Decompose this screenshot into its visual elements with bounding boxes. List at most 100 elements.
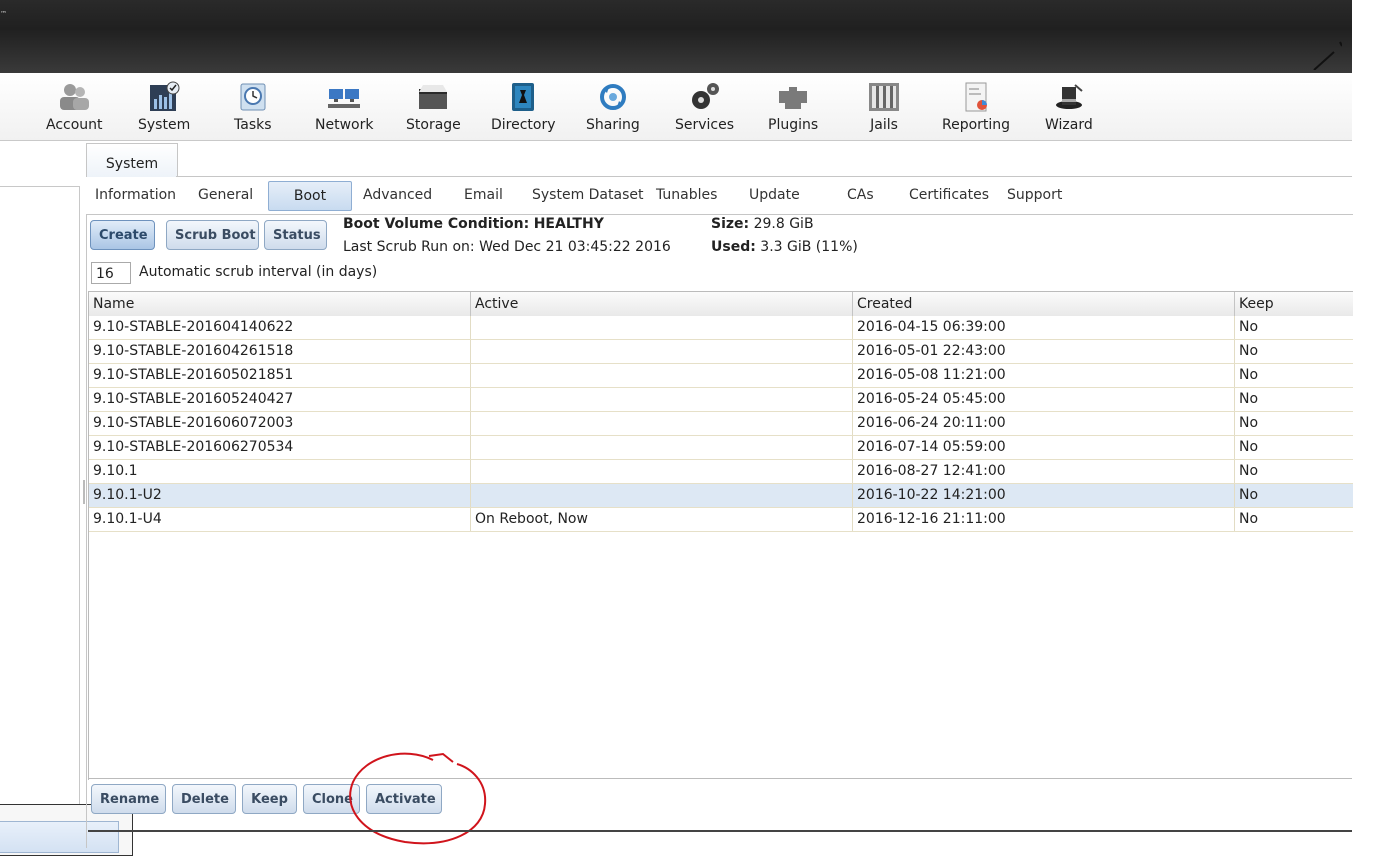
table-row[interactable]: 9.10-STABLE-201606072003 2016-06-24 20:1…	[89, 412, 1353, 436]
cell-created: 2016-04-15 06:39:00	[853, 316, 1235, 339]
table-row[interactable]: 9.10-STABLE-201605021851 2016-05-08 11:2…	[89, 364, 1353, 388]
status-button[interactable]: Status	[264, 220, 327, 250]
toolbar-label: Services	[675, 117, 735, 133]
cell-name: 9.10.1	[89, 460, 471, 483]
subtab-boot[interactable]: Boot	[268, 181, 352, 211]
toolbar-label: Directory	[491, 117, 556, 133]
column-header-active[interactable]: Active	[471, 292, 853, 316]
toolbar-label: Storage	[406, 117, 461, 133]
toolbar-wizard[interactable]: Wizard	[1045, 81, 1093, 133]
toolbar-jails[interactable]: Jails	[866, 81, 902, 133]
toolbar-services[interactable]: Services	[675, 81, 734, 133]
toolbar-directory[interactable]: Directory	[491, 81, 556, 133]
table-bottom-border	[88, 778, 1352, 779]
subtab-system-dataset[interactable]: System Dataset	[532, 187, 643, 203]
size-value: 29.8 GiB	[753, 216, 814, 232]
tasks-icon	[240, 83, 266, 111]
size-label: Size:	[711, 216, 750, 232]
tab-system[interactable]: System	[86, 143, 178, 177]
column-header-keep[interactable]: Keep	[1235, 292, 1353, 316]
toolbar-system[interactable]: System	[138, 81, 190, 133]
subtab-cas[interactable]: CAs	[847, 187, 874, 203]
column-header-created[interactable]: Created	[853, 292, 1235, 316]
cell-name: 9.10-STABLE-201604140622	[89, 316, 471, 339]
boot-condition: Boot Volume Condition: HEALTHY	[343, 216, 604, 232]
main-toolbar: Account System Tasks Network Storage Dir…	[0, 73, 1352, 141]
cell-active	[471, 460, 853, 483]
boot-condition-label: Boot Volume Condition:	[343, 216, 530, 232]
table-row[interactable]: 9.10-STABLE-201605240427 2016-05-24 05:4…	[89, 388, 1353, 412]
cell-keep: No	[1239, 415, 1259, 431]
account-icon	[60, 84, 90, 110]
subtab-certificates[interactable]: Certificates	[909, 187, 989, 203]
cell-created: 2016-05-24 05:45:00	[853, 388, 1235, 411]
toolbar-label: Wizard	[1045, 117, 1093, 133]
cell-name: 9.10-STABLE-201604261518	[89, 340, 471, 363]
cell-active	[471, 484, 853, 507]
left-tree-panel[interactable]	[0, 186, 80, 848]
cell-keep: No	[1239, 463, 1259, 479]
table-row-selected[interactable]: 9.10.1-U2 2016-10-22 14:21:00 No	[89, 484, 1353, 508]
used-label: Used:	[711, 239, 756, 255]
cell-name: 9.10-STABLE-201605240427	[89, 388, 471, 411]
toolbar-label: System	[138, 117, 191, 133]
table-row[interactable]: 9.10-STABLE-201604140622 2016-04-15 06:3…	[89, 316, 1353, 340]
toolbar-plugins[interactable]: Plugins	[768, 81, 818, 133]
toolbar-storage[interactable]: Storage	[406, 81, 461, 133]
boot-condition-value: HEALTHY	[533, 216, 604, 232]
wizard-icon	[1055, 84, 1083, 109]
table-header: Name Active Created Keep	[89, 292, 1353, 317]
top-header-bar: ™	[0, 0, 1352, 73]
scrub-boot-button[interactable]: Scrub Boot	[166, 220, 259, 250]
scrub-interval-input[interactable]: 16	[91, 262, 131, 284]
toolbar-reporting[interactable]: Reporting	[942, 81, 1010, 133]
panel-resize-handle[interactable]	[83, 480, 85, 504]
rename-button[interactable]: Rename	[91, 784, 166, 814]
boot-environments-table: Name Active Created Keep 9.10-STABLE-201…	[88, 291, 1353, 780]
subtab-advanced[interactable]: Advanced	[363, 187, 432, 203]
subtab-support[interactable]: Support	[1007, 187, 1062, 203]
toolbar-network[interactable]: Network	[315, 81, 373, 133]
column-header-name[interactable]: Name	[89, 292, 471, 316]
cell-active	[471, 364, 853, 387]
bottom-divider	[88, 830, 1352, 832]
table-row[interactable]: 9.10.1-U4 On Reboot, Now 2016-12-16 21:1…	[89, 508, 1353, 532]
toolbar-tasks[interactable]: Tasks	[234, 81, 272, 133]
delete-button[interactable]: Delete	[172, 784, 236, 814]
directory-icon	[512, 83, 535, 111]
scrub-interval-label: Automatic scrub interval (in days)	[139, 264, 378, 280]
cell-active	[471, 340, 853, 363]
cell-keep: No	[1239, 391, 1259, 407]
used-info: Used: 3.3 GiB (11%)	[711, 239, 858, 255]
cell-keep: No	[1239, 367, 1259, 383]
plugins-icon	[779, 87, 808, 109]
subtab-information[interactable]: Information	[95, 187, 176, 203]
subtab-tunables[interactable]: Tunables	[656, 187, 717, 203]
reporting-icon	[965, 82, 988, 112]
cell-created: 2016-06-24 20:11:00	[853, 412, 1235, 435]
cell-active	[471, 388, 853, 411]
network-icon	[328, 89, 361, 108]
subtab-update[interactable]: Update	[749, 187, 800, 203]
toolbar-account[interactable]: Account	[46, 81, 103, 133]
toolbar-label: Jails	[870, 117, 898, 133]
cell-name: 9.10-STABLE-201606072003	[89, 412, 471, 435]
toolbar-label: Tasks	[234, 117, 272, 133]
cell-active	[471, 412, 853, 435]
cell-name: 9.10.1-U4	[89, 508, 471, 531]
toolbar-sharing[interactable]: Sharing	[586, 81, 640, 133]
table-row[interactable]: 9.10-STABLE-201606270534 2016-07-14 05:5…	[89, 436, 1353, 460]
cell-keep: No	[1239, 487, 1259, 503]
table-row[interactable]: 9.10-STABLE-201604261518 2016-05-01 22:4…	[89, 340, 1353, 364]
create-button[interactable]: Create	[90, 220, 155, 250]
cell-created: 2016-12-16 21:11:00	[853, 508, 1235, 531]
keep-button[interactable]: Keep	[242, 784, 297, 814]
system-icon	[150, 81, 180, 111]
subtab-general[interactable]: General	[198, 187, 253, 203]
last-scrub-text: Last Scrub Run on: Wed Dec 21 03:45:22 2…	[343, 239, 671, 255]
cell-name: 9.10-STABLE-201605021851	[89, 364, 471, 387]
cell-active	[471, 316, 853, 339]
table-row[interactable]: 9.10.1 2016-08-27 12:41:00 No	[89, 460, 1353, 484]
jails-icon	[869, 83, 899, 111]
subtab-email[interactable]: Email	[464, 187, 503, 203]
